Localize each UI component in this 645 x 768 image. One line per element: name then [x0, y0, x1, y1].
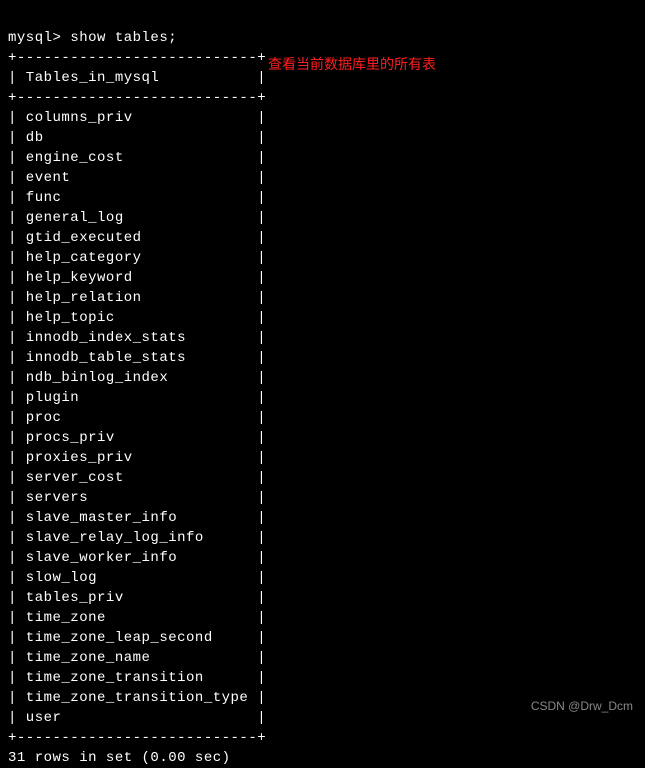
sql-command: show tables; [70, 30, 177, 46]
mysql-prompt: mysql> [8, 30, 70, 46]
table-row: | procs_priv | [8, 430, 266, 446]
table-row: | tables_priv | [8, 590, 266, 606]
table-row: | help_topic | [8, 310, 266, 326]
table-row: | slow_log | [8, 570, 266, 586]
table-row: | time_zone_leap_second | [8, 630, 266, 646]
table-row: | innodb_index_stats | [8, 330, 266, 346]
table-row: | user | [8, 710, 266, 726]
table-header-row: | Tables_in_mysql | [8, 70, 266, 86]
table-row: | time_zone | [8, 610, 266, 626]
table-row: | slave_worker_info | [8, 550, 266, 566]
table-border-bottom: +---------------------------+ [8, 730, 266, 746]
table-border-mid: +---------------------------+ [8, 90, 266, 106]
table-row: | func | [8, 190, 266, 206]
watermark: CSDN @Drw_Dcm [531, 696, 633, 716]
table-row: | general_log | [8, 210, 266, 226]
table-row: | help_keyword | [8, 270, 266, 286]
result-summary: 31 rows in set (0.00 sec) [8, 750, 231, 766]
table-row: | innodb_table_stats | [8, 350, 266, 366]
table-row: | time_zone_transition_type | [8, 690, 266, 706]
table-row: | slave_relay_log_info | [8, 530, 266, 546]
table-row: | gtid_executed | [8, 230, 266, 246]
table-row: | help_relation | [8, 290, 266, 306]
table-row: | db | [8, 130, 266, 146]
mysql-terminal: mysql> show tables; +-------------------… [8, 8, 637, 768]
table-row: | plugin | [8, 390, 266, 406]
table-row: | time_zone_transition | [8, 670, 266, 686]
table-row: | servers | [8, 490, 266, 506]
table-row: | slave_master_info | [8, 510, 266, 526]
table-row: | columns_priv | [8, 110, 266, 126]
table-row: | ndb_binlog_index | [8, 370, 266, 386]
table-row: | event | [8, 170, 266, 186]
table-row: | server_cost | [8, 470, 266, 486]
table-border-top: +---------------------------+ [8, 50, 266, 66]
table-row: | time_zone_name | [8, 650, 266, 666]
table-row: | engine_cost | [8, 150, 266, 166]
table-row: | proxies_priv | [8, 450, 266, 466]
table-row: | proc | [8, 410, 266, 426]
table-row: | help_category | [8, 250, 266, 266]
annotation-text: 查看当前数据库里的所有表 [268, 54, 436, 74]
